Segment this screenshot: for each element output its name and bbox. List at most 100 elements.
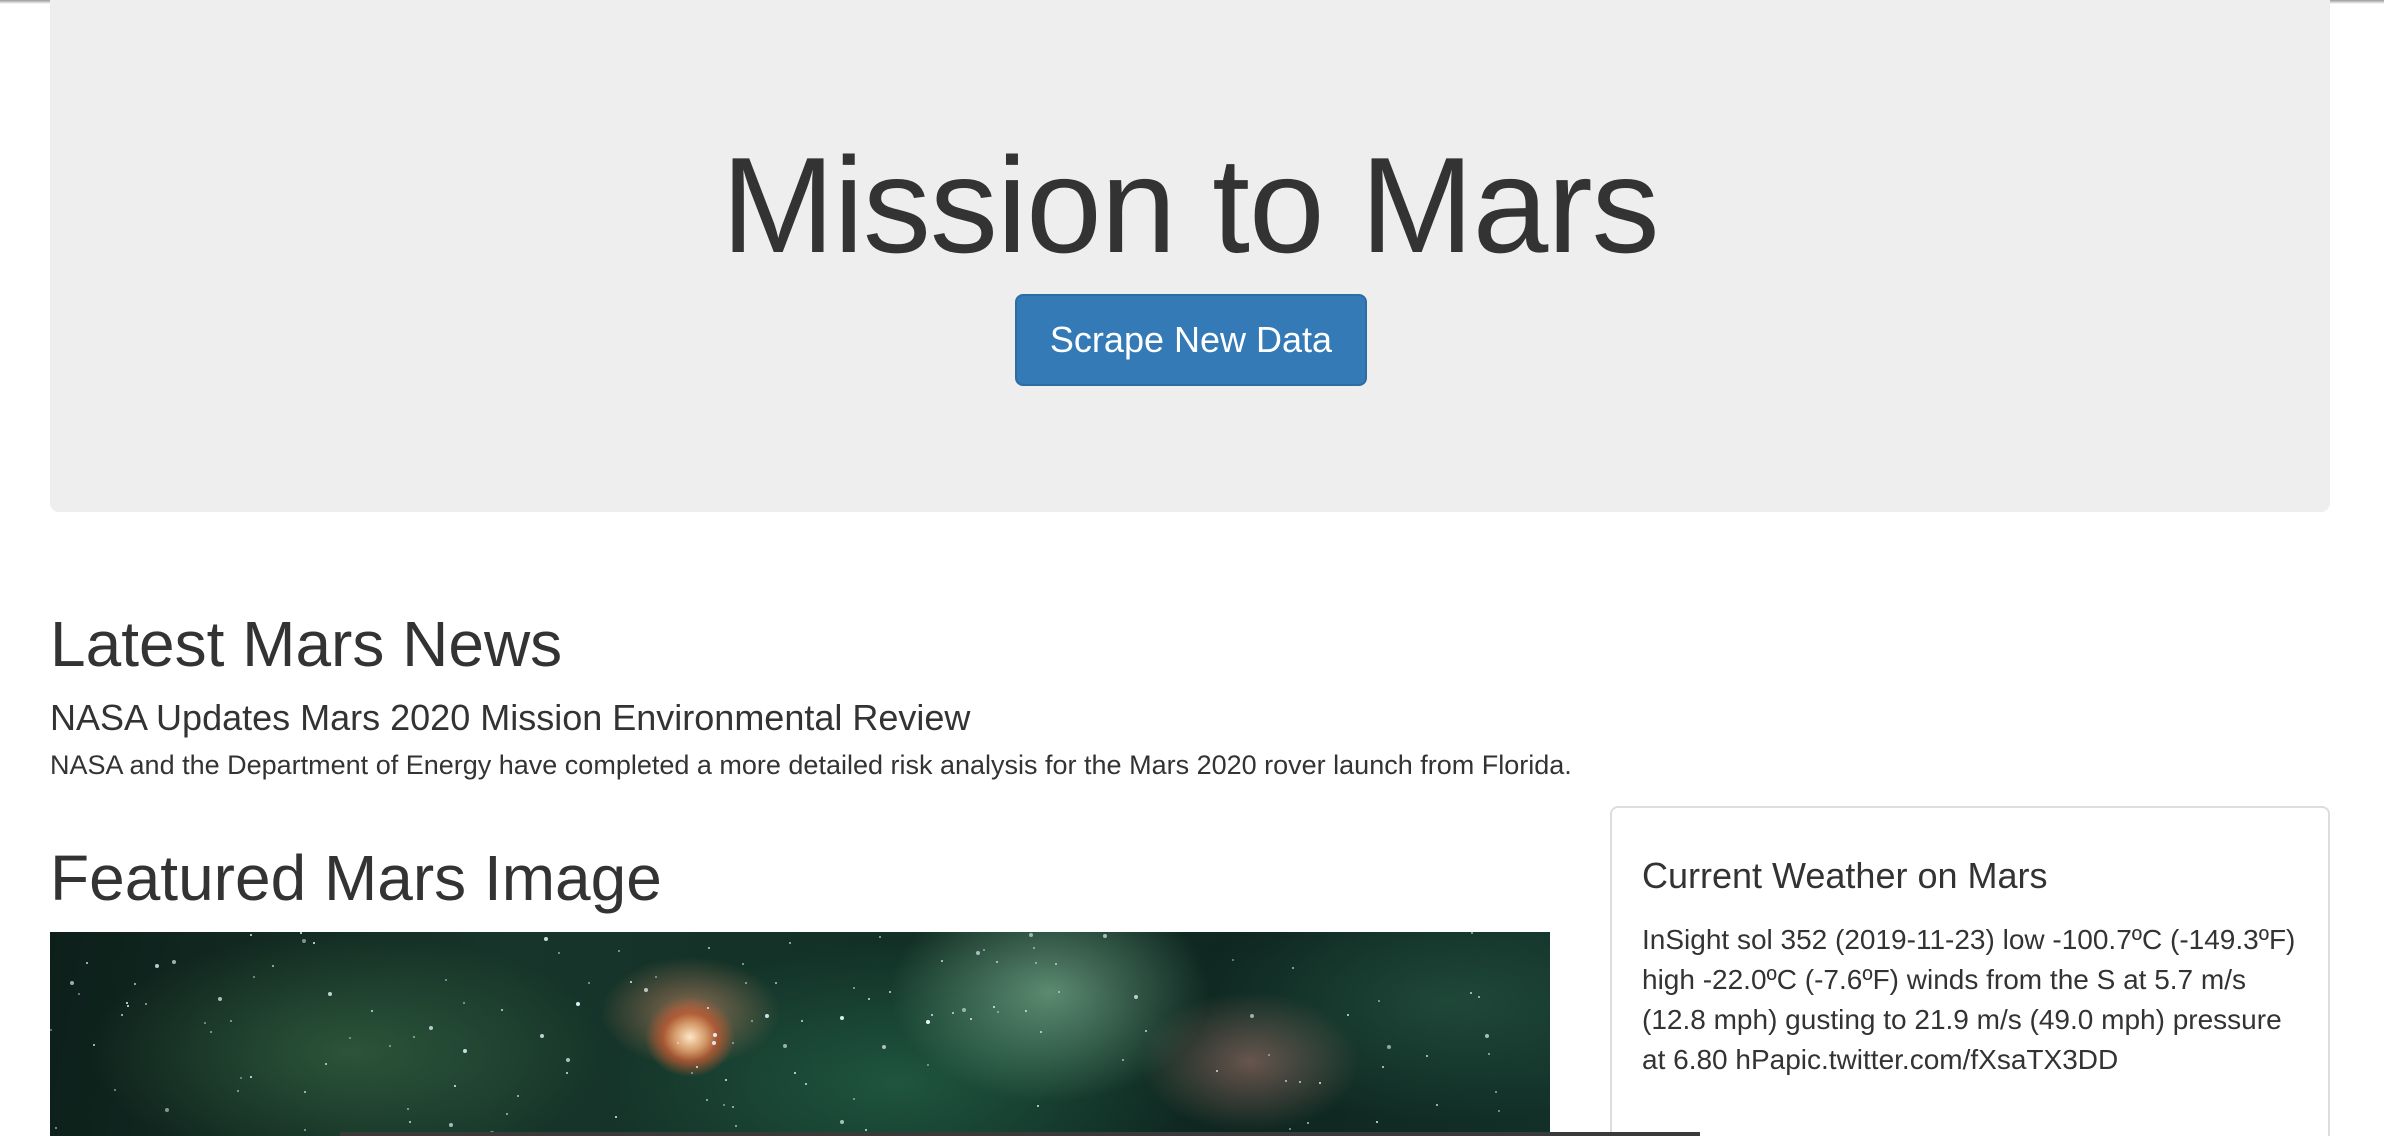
star-dot xyxy=(840,1120,844,1124)
star-dot xyxy=(55,1127,57,1129)
star-dot xyxy=(145,1003,147,1005)
weather-card: Current Weather on Mars InSight sol 352 … xyxy=(1610,806,2330,1136)
star-dot xyxy=(691,1072,693,1074)
star-dot xyxy=(1055,963,1057,965)
star-dot xyxy=(775,982,777,984)
star-dot xyxy=(1387,1045,1391,1049)
star-dot xyxy=(655,976,657,978)
star-dot xyxy=(1488,1053,1490,1055)
star-dot xyxy=(1471,932,1473,934)
star-dot xyxy=(540,1034,544,1038)
star-dot xyxy=(1268,1054,1270,1056)
star-dot xyxy=(1382,1066,1384,1068)
star-dot xyxy=(250,934,252,936)
star-dot xyxy=(70,981,74,985)
star-dot xyxy=(696,1066,698,1068)
star-dot xyxy=(1299,1081,1301,1083)
star-dot xyxy=(1029,933,1033,937)
star-dot xyxy=(732,1042,734,1044)
star-dot xyxy=(253,976,255,978)
star-dot xyxy=(927,1064,929,1066)
bottom-divider xyxy=(340,1132,1700,1136)
star-dot xyxy=(996,961,998,963)
scrape-new-data-button[interactable]: Scrape New Data xyxy=(1015,294,1367,386)
star-dot xyxy=(952,1012,954,1014)
star-dot xyxy=(302,939,306,943)
news-headline: NASA Updates Mars 2020 Mission Environme… xyxy=(50,697,971,738)
weather-text: InSight sol 352 (2019-11-23) low -100.7º… xyxy=(1642,924,2296,1075)
star-dot xyxy=(1025,1010,1027,1012)
star-dot xyxy=(983,949,985,951)
star-dot xyxy=(732,1106,734,1108)
star-dot xyxy=(783,1044,787,1048)
star-dot xyxy=(1307,1122,1309,1124)
star-dot xyxy=(1498,1110,1500,1112)
star-dot xyxy=(1103,934,1107,938)
star-dot xyxy=(1040,1031,1042,1033)
star-dot xyxy=(723,1104,725,1106)
star-dot xyxy=(50,1029,52,1031)
star-dot xyxy=(1470,992,1472,994)
star-dot xyxy=(155,964,159,968)
star-dot xyxy=(544,937,548,941)
star-dot xyxy=(644,988,648,992)
star-dot xyxy=(618,950,620,952)
star-dot xyxy=(304,1091,306,1093)
star-dot xyxy=(1232,959,1234,961)
star-dot xyxy=(313,942,315,944)
star-dot xyxy=(735,1125,737,1127)
star-dot xyxy=(1216,1070,1218,1072)
star-dot xyxy=(789,942,791,944)
star-dot xyxy=(742,963,744,965)
star-dot xyxy=(454,1085,456,1087)
star-dot xyxy=(409,1121,411,1123)
star-dot xyxy=(304,1129,306,1131)
star-dot xyxy=(865,1129,867,1131)
star-dot xyxy=(272,965,274,967)
star-dot xyxy=(114,1089,116,1091)
star-dot xyxy=(240,1077,242,1079)
star-dot xyxy=(218,997,222,1001)
star-dot xyxy=(962,1008,966,1012)
star-dot xyxy=(853,987,855,989)
star-dot xyxy=(1037,1105,1039,1107)
star-dot xyxy=(1250,1014,1254,1018)
star-dot xyxy=(566,1058,570,1062)
star-dot xyxy=(517,1095,519,1097)
star-dot xyxy=(204,1022,206,1024)
star-dot xyxy=(1426,1055,1428,1057)
star-dot xyxy=(1436,1104,1438,1106)
star-dot xyxy=(713,1033,717,1037)
star-dot xyxy=(558,952,560,954)
star-dot xyxy=(328,992,332,996)
star-dot xyxy=(413,1036,415,1038)
star-dot xyxy=(794,1072,796,1074)
featured-mars-image[interactable] xyxy=(50,932,1550,1136)
star-dot xyxy=(931,1014,933,1016)
star-dot xyxy=(926,1020,930,1024)
star-dot xyxy=(588,982,590,984)
star-dot xyxy=(997,1011,999,1013)
star-dot xyxy=(879,936,881,938)
star-dot xyxy=(708,947,710,949)
star-dot xyxy=(1285,1080,1287,1082)
star-dot xyxy=(1058,991,1060,993)
star-dot xyxy=(449,1123,453,1127)
featured-image-heading: Featured Mars Image xyxy=(50,842,662,914)
star-dot xyxy=(407,1108,409,1110)
star-dot xyxy=(127,1005,129,1007)
star-dot xyxy=(172,960,176,964)
star-dot xyxy=(970,1018,972,1020)
star-dot xyxy=(93,1044,95,1046)
star-dot xyxy=(630,981,632,983)
star-dot xyxy=(566,1072,568,1074)
star-dot xyxy=(300,932,302,934)
star-dot xyxy=(677,1042,679,1044)
star-dot xyxy=(210,1031,212,1033)
star-dot xyxy=(707,1007,709,1009)
star-dot xyxy=(1122,1059,1124,1061)
star-dot xyxy=(250,1076,252,1078)
star-dot xyxy=(389,1045,391,1047)
star-dot xyxy=(1289,1128,1291,1130)
star-dot xyxy=(1319,1082,1321,1084)
